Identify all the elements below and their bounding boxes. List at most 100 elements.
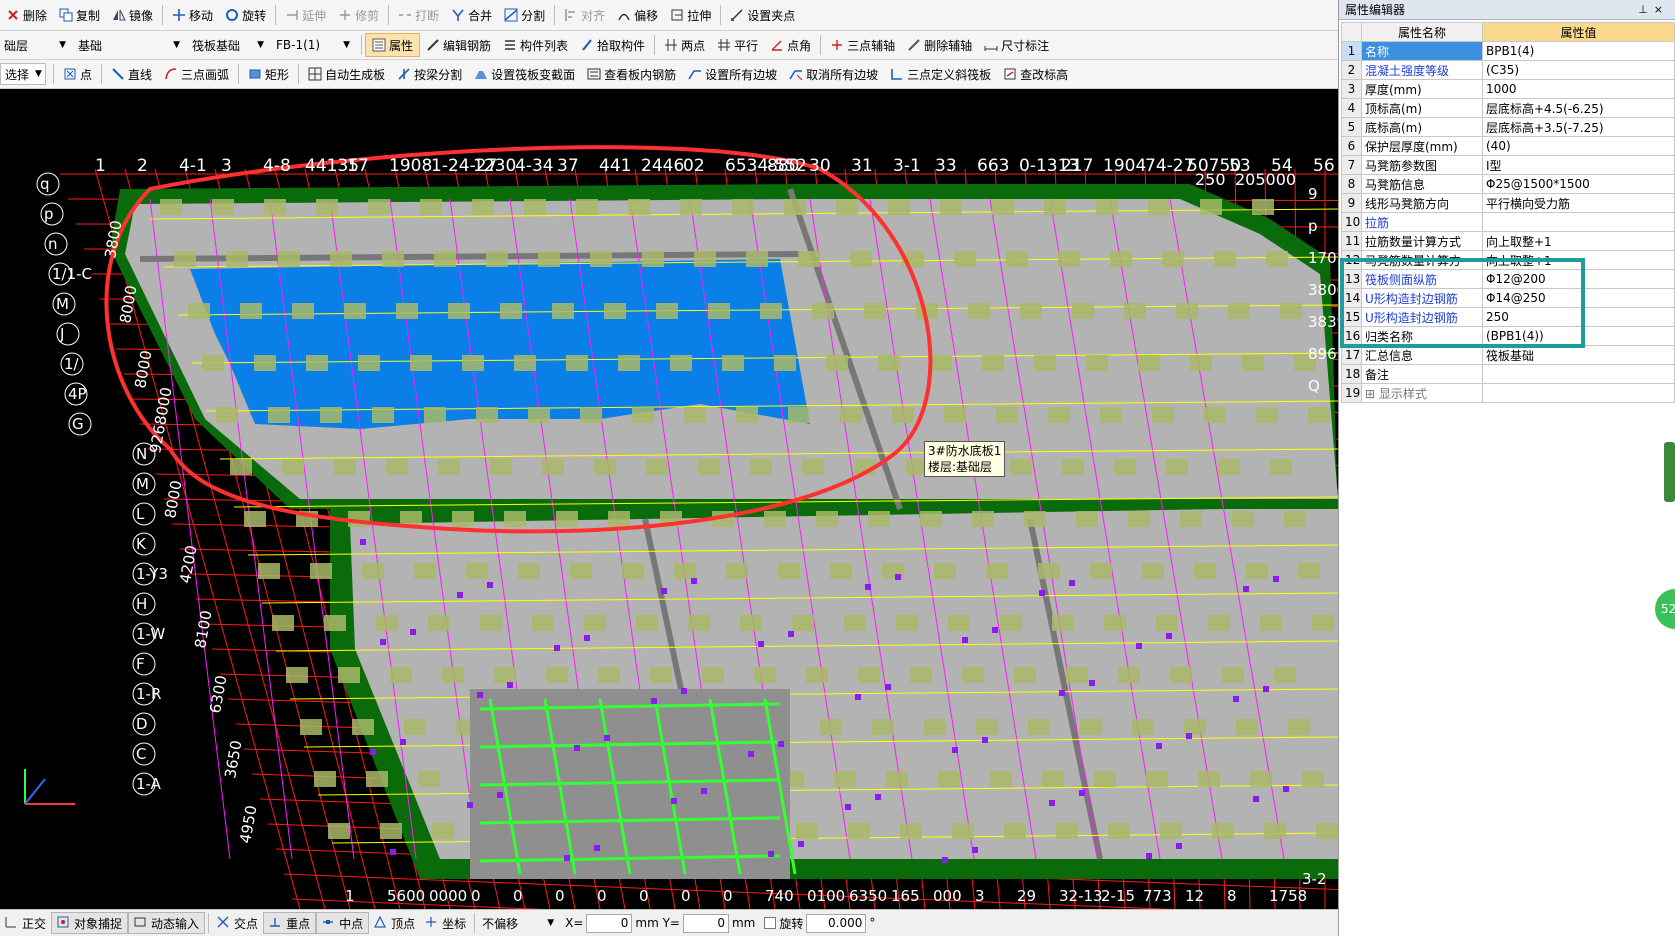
properties-button[interactable]: 属性 xyxy=(365,33,421,57)
property-row[interactable]: 12 马凳筋数量计算方 向上取整+1 xyxy=(1341,250,1675,270)
property-value[interactable]: 层底标高+4.5(-6.25) xyxy=(1482,98,1675,118)
property-row[interactable]: 8 马凳筋信息 Φ25@1500*1500 xyxy=(1341,174,1675,194)
component-list-button[interactable]: 构件列表 xyxy=(497,33,574,57)
snap-button[interactable]: 对象捕捉 xyxy=(51,912,129,934)
property-value[interactable]: 向上取整+1 xyxy=(1482,250,1675,270)
property-row[interactable]: 3 厚度(mm) 1000 xyxy=(1341,79,1675,99)
delete-axis-button[interactable]: 删除辅轴 xyxy=(901,33,978,57)
property-row[interactable]: 17 汇总信息 筏板基础 xyxy=(1341,345,1675,365)
merge-button[interactable]: 合并 xyxy=(445,3,498,27)
dynamic-input-button[interactable]: 动态输入 xyxy=(128,912,206,934)
property-row[interactable]: 16 归类名称 (BPB1(4)) xyxy=(1341,326,1675,346)
property-row[interactable]: 13 筏板侧面纵筋 Φ12@200 xyxy=(1341,269,1675,289)
property-value[interactable]: Φ12@200 xyxy=(1482,269,1675,289)
arc-button[interactable]: 三点画弧 xyxy=(158,62,235,86)
select-mode-button[interactable]: 选择 ▼ xyxy=(0,63,46,85)
property-value[interactable]: 平行横向受力筋 xyxy=(1482,193,1675,213)
property-row[interactable]: 4 顶标高(m) 层底标高+4.5(-6.25) xyxy=(1341,98,1675,118)
rotate-checkbox[interactable] xyxy=(764,917,777,929)
split-button[interactable]: 分割 xyxy=(498,3,551,27)
intersection-button[interactable]: 交点 xyxy=(212,912,263,934)
model-canvas[interactable]: 1 2 4-1 3 4-8 4413517 19081-24-2712304-34 37 441… xyxy=(0,89,1338,909)
rectangle-button[interactable]: 矩形 xyxy=(242,62,295,86)
property-value[interactable]: (C35) xyxy=(1482,60,1675,80)
property-row[interactable]: 15 U形构造封边钢筋 250 xyxy=(1341,307,1675,327)
property-value[interactable] xyxy=(1482,212,1675,232)
sloped-slab-button[interactable]: 三点定义斜筏板 xyxy=(884,62,997,86)
beam-split-button[interactable]: 按梁分割 xyxy=(391,62,468,86)
property-row[interactable]: 19 ⊞ 显示样式 xyxy=(1341,383,1675,403)
property-value[interactable]: BPB1(4) xyxy=(1482,41,1675,61)
property-row[interactable]: 5 底标高(m) 层底标高+3.5(-7.25) xyxy=(1341,117,1675,137)
vertex-button[interactable]: 顶点 xyxy=(369,912,420,934)
property-value[interactable]: Φ25@1500*1500 xyxy=(1482,174,1675,194)
point-button[interactable]: 点 xyxy=(57,62,98,86)
cancel-slope-button[interactable]: 取消所有边坡 xyxy=(783,62,884,86)
move-button[interactable]: 移动 xyxy=(166,3,219,27)
property-row[interactable]: 18 备注 xyxy=(1341,364,1675,384)
property-row[interactable]: 1 名称 BPB1(4) xyxy=(1341,41,1675,61)
parallel-button[interactable]: 平行 xyxy=(711,33,764,57)
3d-viewport[interactable]: 1 2 4-1 3 4-8 44135 17 1908 1-24-27 1230 4-34 37 441… xyxy=(0,89,1338,909)
elevation-button[interactable]: 查改标高 xyxy=(997,62,1074,86)
variable-section-button[interactable]: 设置筏板变截面 xyxy=(468,62,581,86)
dimension-button[interactable]: 尺寸标注 xyxy=(978,33,1055,57)
copy-button[interactable]: 复制 xyxy=(53,3,106,27)
component-select[interactable]: FB-1(1) ▼ xyxy=(272,34,354,56)
property-value[interactable]: Ⅰ型 xyxy=(1482,155,1675,175)
property-value[interactable]: Φ14@250 xyxy=(1482,288,1675,308)
midpoint-button[interactable]: 重点 xyxy=(263,912,317,934)
offset-button[interactable]: 偏移 xyxy=(611,3,664,27)
property-value[interactable]: 筏板基础 xyxy=(1482,345,1675,365)
rotate-button[interactable]: 旋转 xyxy=(219,3,272,27)
auto-slab-button[interactable]: 自动生成板 xyxy=(302,62,391,86)
property-row[interactable]: 2 混凝土强度等级 (C35) xyxy=(1341,60,1675,80)
axis-label-bottom: 0100 xyxy=(807,887,845,905)
mirror-button[interactable]: 镜像 xyxy=(106,3,159,27)
rotate-input[interactable]: 0.000 xyxy=(806,913,867,933)
property-value[interactable]: 250 xyxy=(1482,307,1675,327)
offset-mode-select[interactable]: 不偏移 ▼ xyxy=(478,912,558,934)
align-button[interactable]: 对齐 xyxy=(558,3,611,27)
set-slope-button[interactable]: 设置所有边坡 xyxy=(682,62,783,86)
property-value[interactable]: 向上取整+1 xyxy=(1482,231,1675,251)
property-row[interactable]: 6 保护层厚度(mm) (40) xyxy=(1341,136,1675,156)
property-row[interactable]: 14 U形构造封边钢筋 Φ14@250 xyxy=(1341,288,1675,308)
break-button[interactable]: 打断 xyxy=(392,3,445,27)
line-button[interactable]: 直线 xyxy=(105,62,158,86)
pick-button[interactable]: 拾取构件 xyxy=(574,33,651,57)
close-icon[interactable]: × xyxy=(1654,3,1669,16)
property-value[interactable] xyxy=(1482,383,1675,403)
delete-button[interactable]: 删除 xyxy=(0,3,53,27)
property-row[interactable]: 10 拉筋 xyxy=(1341,212,1675,232)
property-value[interactable]: (40) xyxy=(1482,136,1675,156)
floor-select[interactable]: 础层 ▼ xyxy=(0,34,70,56)
two-point-button[interactable]: 两点 xyxy=(658,33,711,57)
property-value[interactable]: 1000 xyxy=(1482,79,1675,99)
trim-button[interactable]: 修剪 xyxy=(332,3,385,27)
center-button[interactable]: 中点 xyxy=(316,912,370,934)
three-point-axis-button[interactable]: 三点辅轴 xyxy=(824,33,901,57)
pin-icon[interactable]: ⊥ xyxy=(1638,3,1654,16)
view-rebar-button[interactable]: 查看板内钢筋 xyxy=(581,62,682,86)
property-row[interactable]: 11 拉筋数量计算方式 向上取整+1 xyxy=(1341,231,1675,251)
property-value[interactable]: 层底标高+3.5(-7.25) xyxy=(1482,117,1675,137)
edit-rebar-button[interactable]: 编辑钢筋 xyxy=(420,33,497,57)
component-type-select[interactable]: 筏板基础 ▼ xyxy=(188,34,268,56)
extend-button[interactable]: 延伸 xyxy=(279,3,332,27)
x-input[interactable]: 0 xyxy=(586,913,633,933)
panel-titlebar: 属性编辑器 ⊥× xyxy=(1339,0,1675,20)
ortho-button[interactable]: 正交 xyxy=(0,912,51,934)
category-select[interactable]: 基础 ▼ xyxy=(74,34,184,56)
property-value[interactable] xyxy=(1482,364,1675,384)
y-input[interactable]: 0 xyxy=(682,913,729,933)
stretch-button[interactable]: 拉伸 xyxy=(664,3,717,27)
expand-icon[interactable]: ⊞ xyxy=(1365,387,1379,401)
property-row[interactable]: 7 马凳筋参数图 Ⅰ型 xyxy=(1341,155,1675,175)
panel-grip[interactable] xyxy=(1664,442,1675,502)
point-angle-button[interactable]: 点角 xyxy=(764,33,817,57)
coordinate-button[interactable]: 坐标 xyxy=(420,912,471,934)
property-value[interactable]: (BPB1(4)) xyxy=(1482,326,1675,346)
grip-button[interactable]: 设置夹点 xyxy=(724,3,801,27)
property-row[interactable]: 9 线形马凳筋方向 平行横向受力筋 xyxy=(1341,193,1675,213)
